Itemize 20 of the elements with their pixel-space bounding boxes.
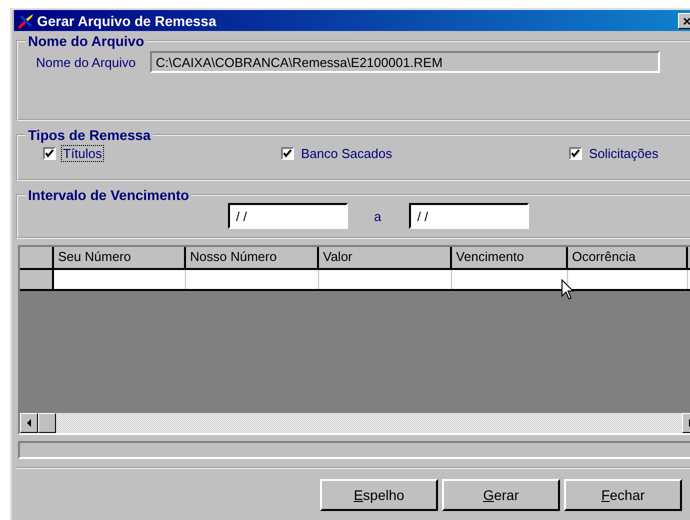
checkbox-label[interactable]: Títulos <box>61 145 104 162</box>
end-date-field[interactable]: / / <box>409 203 530 229</box>
checkbox-label[interactable]: Banco Sacados <box>299 145 394 162</box>
window-title: Gerar Arquivo de Remessa <box>37 12 218 28</box>
group-title: Intervalo de Vencimento <box>27 187 190 203</box>
dialog-button[interactable]: Espelho <box>320 479 438 511</box>
field-label: Nome do Arquivo <box>36 54 136 70</box>
dialog-button[interactable]: Gerar <box>442 479 560 511</box>
group-title: Nome do Arquivo <box>27 33 146 49</box>
file-path-field[interactable]: C:\CAIXA\COBRANCA\Remessa\E2100001.REM <box>150 51 660 73</box>
dialog-button[interactable]: Fechar <box>564 479 682 511</box>
start-date-field[interactable]: / / <box>228 203 348 229</box>
column-header[interactable]: Vencimento <box>452 247 568 268</box>
column-header[interactable]: Seu Número <box>54 247 186 268</box>
range-separator: a <box>374 208 382 224</box>
column-header[interactable]: Nosso Número <box>186 247 319 268</box>
column-header[interactable]: Ocorrência <box>568 247 688 268</box>
checkbox-label[interactable]: Solicitações <box>587 145 660 162</box>
group-title: Tipos de Remessa <box>27 127 152 143</box>
column-header[interactable]: Valor <box>319 247 452 268</box>
